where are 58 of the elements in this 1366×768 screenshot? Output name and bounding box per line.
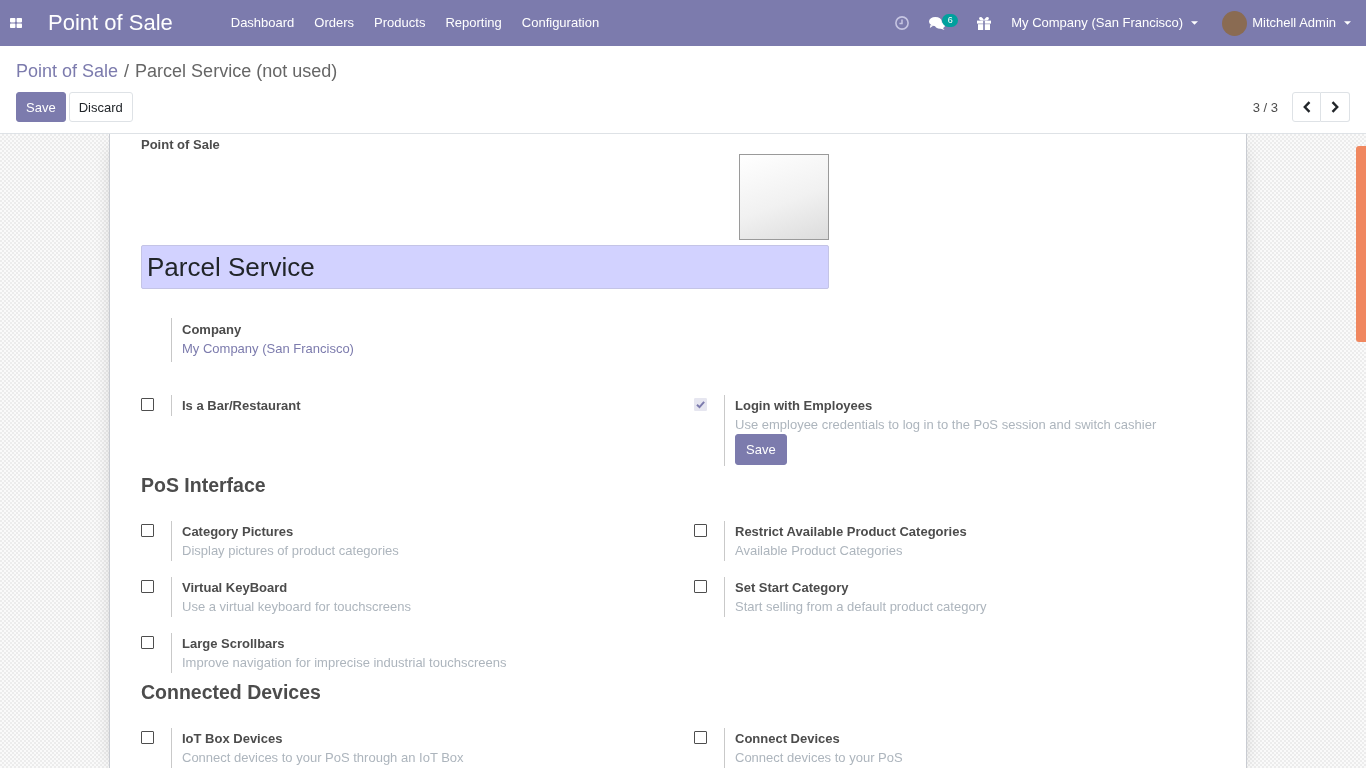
caret-icon: [1344, 21, 1351, 25]
chevron-left-icon: [1302, 101, 1311, 113]
setting-description: Start selling from a default product category: [735, 598, 987, 616]
checkbox[interactable]: [141, 636, 154, 649]
discard-button[interactable]: Discard: [68, 92, 133, 122]
name-field[interactable]: Parcel Service: [141, 245, 829, 289]
scrollbar-thumb[interactable]: [1356, 146, 1366, 342]
setting-description: Use employee credentials to log in to the PoS session and switch cashier: [735, 416, 1157, 434]
avatar-icon: [1222, 10, 1248, 36]
company-switcher[interactable]: My Company (San Francisco): [1011, 13, 1199, 33]
menu-item[interactable]: Orders: [304, 13, 365, 33]
setting-label: Virtual KeyBoard: [182, 579, 288, 597]
field-label: Company: [182, 321, 242, 339]
breadcrumb-current: Parcel Service (not used): [135, 60, 338, 83]
company-link[interactable]: My Company (San Francisco): [182, 339, 354, 358]
setting-label: Set Start Category: [735, 579, 849, 597]
pager-counter: 3 / 3: [1252, 99, 1278, 115]
checkbox[interactable]: [141, 524, 154, 537]
menu-item[interactable]: Configuration: [511, 13, 610, 33]
menu-item[interactable]: Dashboard: [220, 13, 305, 33]
checkbox[interactable]: [694, 580, 707, 593]
app-title[interactable]: Point of Sale: [48, 10, 173, 36]
setting-label: Connect Devices: [735, 730, 840, 748]
setting-label: Category Pictures: [182, 523, 294, 541]
setting-description: Improve navigation for imprecise industrial touchscreens: [182, 654, 507, 672]
section-heading: PoS Interface: [141, 473, 267, 497]
setting-label: Login with Employees: [735, 397, 873, 415]
setting-label: Large Scrollbars: [182, 635, 285, 653]
checkbox[interactable]: [141, 580, 154, 593]
chevron-right-icon: [1331, 101, 1339, 113]
setting-description: Display pictures of product categories: [182, 542, 399, 560]
section-heading: Connected Devices: [141, 680, 322, 704]
setting-description: Connect devices to your PoS through an IoT Box: [182, 749, 464, 767]
setting-label: IoT Box Devices: [182, 730, 283, 748]
gift-icon[interactable]: [977, 16, 992, 30]
save-button[interactable]: Save: [16, 92, 66, 122]
message-count-badge: 6: [942, 14, 959, 27]
checkmark-icon: [695, 399, 706, 410]
checkbox[interactable]: [694, 731, 707, 744]
next-button[interactable]: [1321, 92, 1350, 122]
form-label: Point of Sale: [141, 136, 221, 154]
checkbox[interactable]: [141, 731, 154, 744]
breadcrumb-link[interactable]: Point of Sale: [16, 59, 119, 83]
setting-label: Is a Bar/Restaurant: [182, 397, 301, 415]
checkbox[interactable]: [694, 524, 707, 537]
menu-item[interactable]: Reporting: [435, 13, 512, 33]
previous-button[interactable]: [1292, 92, 1321, 122]
breadcrumb-separator: /: [124, 60, 130, 83]
user-menu[interactable]: Mitchell Admin: [1222, 10, 1351, 36]
checkbox[interactable]: [141, 398, 154, 411]
setting-description: Available Product Categories: [735, 542, 903, 560]
setting-label: Restrict Available Product Categories: [735, 523, 967, 541]
caret-icon: [1191, 21, 1199, 25]
menu-item[interactable]: Products: [364, 13, 436, 33]
setting-description: Use a virtual keyboard for touchscreens: [182, 598, 412, 616]
apps-menu-icon[interactable]: [10, 18, 22, 28]
setting-description: Connect devices to your PoS: [735, 749, 903, 767]
chat-icon[interactable]: [929, 16, 946, 30]
